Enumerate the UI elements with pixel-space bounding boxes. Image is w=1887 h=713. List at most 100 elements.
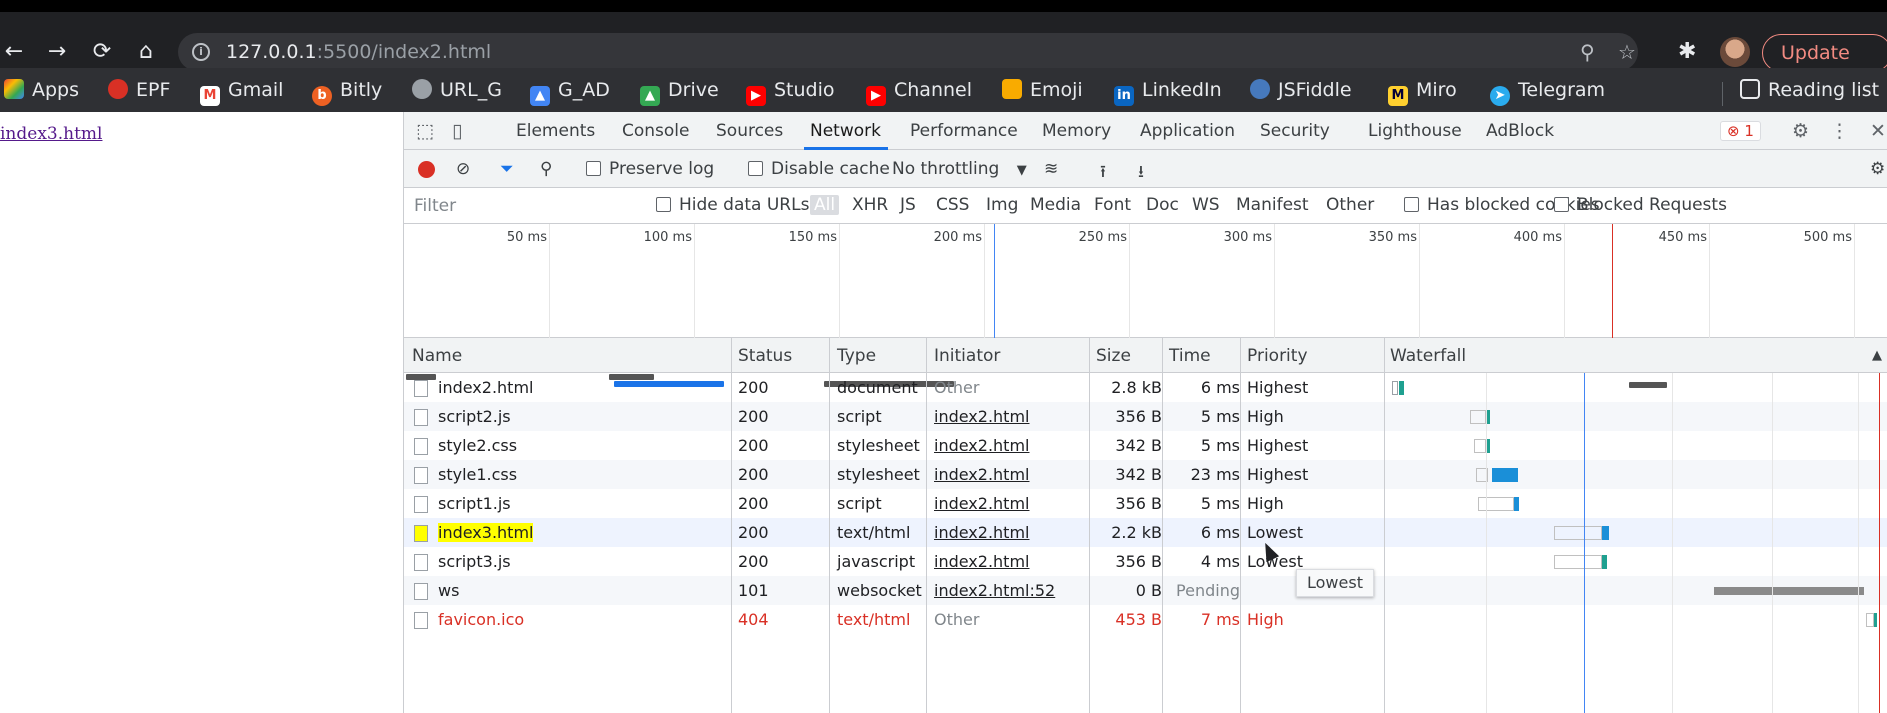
url-text[interactable]: 127.0.0.1:5500/index2.html bbox=[226, 41, 491, 63]
tab-security[interactable]: Security bbox=[1260, 121, 1330, 141]
tab-sources[interactable]: Sources bbox=[716, 121, 783, 141]
table-row-selected[interactable]: index3.html 200 text/html index2.html 2.… bbox=[404, 518, 1887, 547]
inspect-element-icon[interactable]: ⬚ bbox=[416, 120, 434, 142]
record-icon[interactable] bbox=[418, 161, 435, 178]
bookmark-epf[interactable]: EPF bbox=[108, 76, 170, 104]
bookmark-emoji[interactable]: Emoji bbox=[1002, 76, 1083, 104]
tab-console[interactable]: Console bbox=[622, 121, 690, 141]
throttling-select[interactable]: No throttling ▼ bbox=[892, 159, 1027, 179]
bookmark-gmail[interactable]: M Gmail bbox=[200, 76, 283, 106]
hide-data-urls-checkbox[interactable]: Hide data URLs bbox=[656, 195, 809, 215]
tab-performance[interactable]: Performance bbox=[910, 121, 1018, 141]
request-name[interactable]: script3.js bbox=[438, 552, 511, 571]
bookmark-telegram[interactable]: ➤ Telegram bbox=[1490, 76, 1605, 106]
site-info-icon[interactable]: i bbox=[192, 43, 210, 61]
filter-funnel-icon[interactable]: ⏷ bbox=[500, 159, 514, 179]
request-initiator[interactable]: index2.html bbox=[934, 552, 1029, 571]
tab-application[interactable]: Application bbox=[1140, 121, 1235, 141]
filter-type-font[interactable]: Font bbox=[1094, 195, 1131, 215]
bookmark-miro[interactable]: M Miro bbox=[1388, 76, 1457, 106]
filter-input[interactable]: Filter bbox=[412, 193, 642, 219]
bookmark-apps[interactable]: Apps bbox=[4, 76, 79, 104]
bookmark-url-g[interactable]: URL_G bbox=[412, 76, 502, 104]
preserve-log-checkbox[interactable]: Preserve log bbox=[586, 159, 714, 179]
reading-list-button[interactable]: Reading list bbox=[1740, 76, 1879, 104]
extensions-puzzle-icon[interactable]: ✱ bbox=[1678, 39, 1696, 64]
request-initiator[interactable]: index2.html bbox=[934, 465, 1029, 484]
update-button[interactable]: Update bbox=[1762, 34, 1887, 72]
device-toolbar-icon[interactable]: ▯ bbox=[452, 120, 462, 142]
home-icon[interactable]: ⌂ bbox=[132, 38, 160, 66]
request-name[interactable]: index3.html bbox=[438, 523, 534, 542]
back-arrow-icon[interactable]: ← bbox=[0, 38, 28, 66]
import-har-icon[interactable]: ⭱ bbox=[1100, 159, 1106, 188]
tab-lighthouse[interactable]: Lighthouse bbox=[1368, 121, 1462, 141]
column-header-status[interactable]: Status bbox=[738, 346, 792, 366]
request-name[interactable]: script2.js bbox=[438, 407, 511, 426]
column-header-type[interactable]: Type bbox=[837, 346, 876, 366]
filter-type-manifest[interactable]: Manifest bbox=[1236, 195, 1309, 215]
request-name[interactable]: ws bbox=[438, 581, 459, 600]
column-header-size[interactable]: Size bbox=[1096, 346, 1131, 366]
tab-adblock[interactable]: AdBlock bbox=[1486, 121, 1554, 141]
table-row[interactable]: script1.js 200 script index2.html 356 B … bbox=[404, 489, 1887, 518]
table-row[interactable]: script3.js 200 javascript index2.html 35… bbox=[404, 547, 1887, 576]
column-header-waterfall[interactable]: Waterfall bbox=[1390, 346, 1466, 366]
filter-type-xhr[interactable]: XHR bbox=[852, 195, 888, 215]
omnibox[interactable]: i 127.0.0.1:5500/index2.html ⚲ ☆ bbox=[178, 33, 1638, 71]
table-row[interactable]: index2.html 200 document Other 2.8 kB 6 … bbox=[404, 373, 1887, 402]
column-header-name[interactable]: Name bbox=[412, 346, 462, 366]
bookmark-jsfiddle[interactable]: JSFiddle bbox=[1250, 76, 1352, 104]
column-header-priority[interactable]: Priority bbox=[1247, 346, 1308, 366]
filter-type-all[interactable]: All bbox=[810, 195, 840, 215]
forward-arrow-icon[interactable]: → bbox=[43, 38, 71, 66]
bookmark-linkedin[interactable]: in LinkedIn bbox=[1114, 76, 1222, 106]
zoom-search-icon[interactable]: ⚲ bbox=[1580, 40, 1595, 64]
request-initiator[interactable]: index2.html bbox=[934, 407, 1029, 426]
bookmark-bitly[interactable]: b Bitly bbox=[312, 76, 382, 106]
bookmark-star-icon[interactable]: ☆ bbox=[1618, 40, 1636, 64]
bookmark-drive[interactable]: ▲ Drive bbox=[640, 76, 719, 106]
request-initiator[interactable]: index2.html:52 bbox=[934, 581, 1055, 600]
bookmark-studio[interactable]: ▶ Studio bbox=[746, 76, 835, 106]
request-name[interactable]: script1.js bbox=[438, 494, 511, 513]
profile-avatar[interactable] bbox=[1720, 37, 1750, 67]
column-header-time[interactable]: Time bbox=[1169, 346, 1211, 366]
export-har-icon[interactable]: ⭳ bbox=[1138, 159, 1144, 188]
filter-type-css[interactable]: CSS bbox=[936, 195, 969, 215]
filter-type-other[interactable]: Other bbox=[1326, 195, 1374, 215]
bookmark-channel[interactable]: ▶ Channel bbox=[866, 76, 972, 106]
table-row[interactable]: style2.css 200 stylesheet index2.html 34… bbox=[404, 431, 1887, 460]
settings-gear-icon[interactable]: ⚙ bbox=[1792, 120, 1809, 142]
request-name[interactable]: index2.html bbox=[438, 378, 533, 397]
request-name[interactable]: favicon.ico bbox=[438, 610, 524, 629]
filter-type-media[interactable]: Media bbox=[1030, 195, 1081, 215]
bookmark-g-ad[interactable]: ▲ G_AD bbox=[530, 76, 610, 106]
tab-memory[interactable]: Memory bbox=[1042, 121, 1111, 141]
request-initiator[interactable]: index2.html bbox=[934, 436, 1029, 455]
network-overview[interactable]: 50 ms 100 ms 150 ms 200 ms 250 ms 300 ms… bbox=[404, 224, 1887, 388]
network-conditions-icon[interactable]: ≋ bbox=[1044, 159, 1058, 179]
table-row[interactable]: ws 101 websocket index2.html:52 0 B Pend… bbox=[404, 576, 1887, 605]
network-settings-gear-icon[interactable]: ⚙ bbox=[1870, 159, 1885, 179]
request-name[interactable]: style2.css bbox=[438, 436, 517, 455]
request-name[interactable]: style1.css bbox=[438, 465, 517, 484]
filter-type-doc[interactable]: Doc bbox=[1146, 195, 1179, 215]
more-options-icon[interactable]: ⋮ bbox=[1830, 120, 1849, 142]
clear-icon[interactable]: ⊘ bbox=[456, 159, 470, 179]
close-devtools-icon[interactable]: ✕ bbox=[1870, 120, 1886, 142]
sort-up-icon[interactable]: ▲ bbox=[1872, 348, 1882, 363]
filter-type-js[interactable]: JS bbox=[900, 195, 916, 215]
reload-icon[interactable]: ⟳ bbox=[88, 38, 116, 66]
blocked-requests-checkbox[interactable]: Blocked Requests bbox=[1554, 195, 1727, 215]
filter-type-ws[interactable]: WS bbox=[1192, 195, 1220, 215]
search-icon[interactable]: ⚲ bbox=[540, 159, 552, 179]
error-count-badge[interactable]: ⊗ 1 bbox=[1720, 121, 1761, 141]
request-initiator[interactable]: index2.html bbox=[934, 523, 1029, 542]
column-header-initiator[interactable]: Initiator bbox=[934, 346, 1000, 366]
disable-cache-checkbox[interactable]: Disable cache bbox=[748, 159, 890, 179]
filter-type-img[interactable]: Img bbox=[986, 195, 1018, 215]
table-row[interactable]: script2.js 200 script index2.html 356 B … bbox=[404, 402, 1887, 431]
request-initiator[interactable]: index2.html bbox=[934, 494, 1029, 513]
index3-link[interactable]: index3.html bbox=[0, 124, 102, 144]
